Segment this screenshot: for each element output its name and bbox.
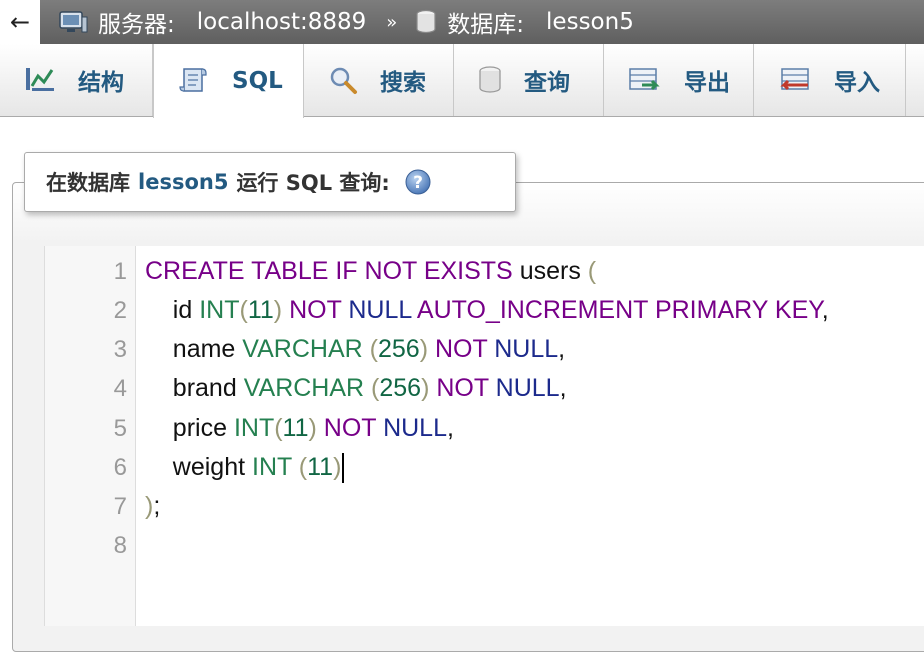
- sql-code-editor[interactable]: 1 2 3 4 5 6 7 8 CREATE TABLE IF NOT EXIS…: [44, 246, 924, 626]
- legend-database-name: lesson5: [138, 170, 229, 194]
- line-number-gutter: 1 2 3 4 5 6 7 8: [45, 246, 136, 626]
- code-line: price INT(11) NOT NULL,: [172, 414, 454, 442]
- tab-label: 导入: [834, 70, 880, 96]
- text-cursor: [342, 453, 345, 484]
- code-line: id INT(11) NOT NULL AUTO_INCREMENT PRIMA…: [172, 296, 829, 324]
- import-icon: [778, 66, 812, 94]
- server-icon: [58, 9, 88, 35]
- tab-bar: 结构 SQL 搜索 查询 导出 导入: [0, 44, 924, 118]
- help-icon[interactable]: ?: [404, 168, 432, 196]
- breadcrumb: ← 服务器: localhost:8889 » 数据库: lesson5: [0, 0, 924, 44]
- line-number: 7: [113, 493, 127, 520]
- tab-label: 结构: [78, 70, 124, 96]
- breadcrumb-separator: »: [386, 11, 398, 33]
- export-icon: [628, 66, 662, 94]
- tab-label: 导出: [684, 70, 730, 96]
- back-arrow-icon[interactable]: ←: [0, 0, 40, 44]
- tab-query[interactable]: 查询: [454, 44, 604, 116]
- sql-icon: [178, 65, 210, 97]
- code-line: brand VARCHAR (256) NOT NULL,: [172, 374, 567, 402]
- database-icon: [415, 9, 437, 35]
- svg-text:?: ?: [413, 173, 423, 193]
- server-link[interactable]: localhost:8889: [197, 9, 367, 35]
- line-number: 3: [113, 336, 127, 363]
- code-line: name VARCHAR (256) NOT NULL,: [172, 335, 566, 363]
- database-link[interactable]: lesson5: [546, 9, 634, 35]
- query-icon: [478, 65, 502, 95]
- line-number: 4: [113, 375, 127, 402]
- line-number: 8: [113, 532, 127, 559]
- tab-label: 搜索: [380, 70, 426, 96]
- tab-import[interactable]: 导入: [754, 44, 906, 116]
- tab-export[interactable]: 导出: [604, 44, 754, 116]
- code-line: weight INT (11): [145, 453, 345, 484]
- tab-label: 查询: [524, 70, 570, 96]
- structure-icon: [24, 66, 56, 94]
- query-panel-legend: 在数据库 lesson5 运行 SQL 查询: ?: [24, 152, 516, 212]
- line-number: 1: [113, 258, 127, 285]
- database-label: 数据库:: [447, 12, 525, 38]
- search-icon: [328, 65, 358, 95]
- line-number: 2: [113, 297, 127, 324]
- tab-sql[interactable]: SQL: [153, 44, 304, 118]
- server-label: 服务器:: [98, 12, 175, 38]
- legend-suffix: 运行 SQL 查询:: [236, 171, 390, 195]
- tab-structure[interactable]: 结构: [0, 44, 153, 116]
- code-line: CREATE TABLE IF NOT EXISTS users (: [145, 257, 597, 285]
- legend-prefix: 在数据库: [46, 171, 130, 195]
- code-line: );: [145, 492, 161, 520]
- line-number: 6: [113, 454, 127, 481]
- line-number: 5: [113, 415, 127, 442]
- tab-search[interactable]: 搜索: [304, 44, 454, 116]
- tab-label: SQL: [232, 68, 283, 94]
